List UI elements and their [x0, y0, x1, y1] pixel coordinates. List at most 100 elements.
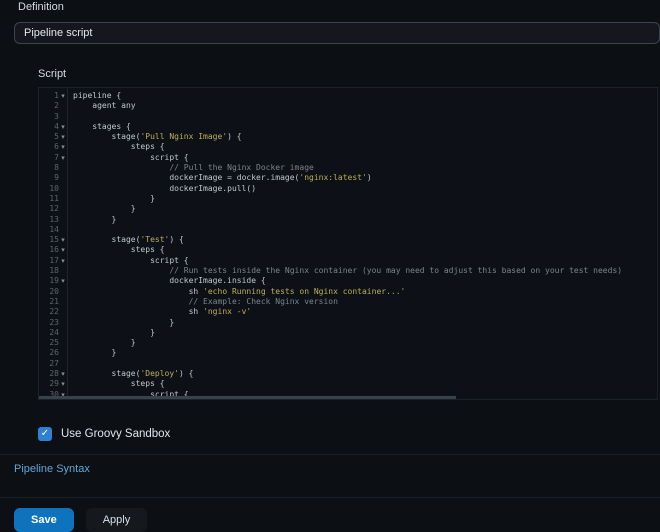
code-text: // Pull the Nginx Docker image	[73, 163, 314, 173]
code-text: stages {	[73, 121, 131, 131]
code-line[interactable]: 18 // Run tests inside the Nginx contain…	[39, 266, 657, 276]
code-line[interactable]: 16 ▾ steps {	[39, 245, 657, 255]
fold-icon[interactable]: ▾	[59, 91, 67, 101]
fold-icon[interactable]: ▾	[59, 369, 67, 379]
horizontal-scrollbar[interactable]	[39, 396, 456, 399]
pipeline-script-editor[interactable]: 1 ▾ pipeline {2 agent any 3 4 ▾ stages {5 ▾ s…	[38, 87, 658, 400]
code-line[interactable]: 24 }	[39, 328, 657, 338]
check-icon: ✓	[40, 428, 50, 439]
section-divider	[0, 454, 660, 455]
line-number: 17	[49, 255, 59, 265]
line-number: 1	[54, 91, 59, 100]
line-number: 8	[54, 163, 59, 173]
code-line[interactable]: 14	[39, 225, 657, 235]
code-text: }	[73, 214, 117, 224]
code-line[interactable]: 9 dockerImage = docker.image('nginx:late…	[39, 173, 657, 183]
sandbox-row: ✓ Use Groovy Sandbox	[38, 427, 658, 441]
line-number: 16	[49, 245, 59, 255]
code-text: sh 'nginx -v'	[73, 307, 252, 317]
pipeline-syntax-link[interactable]: Pipeline Syntax	[14, 463, 90, 475]
code-text: steps {	[73, 142, 165, 152]
code-line[interactable]: 21 // Example: Check Nginx version	[39, 297, 657, 307]
action-bar: Save Apply	[0, 497, 660, 532]
line-number: 13	[49, 214, 59, 224]
code-line[interactable]: 19 ▾ dockerImage.inside {	[39, 276, 657, 286]
code-line[interactable]: 25 }	[39, 338, 657, 348]
save-button[interactable]: Save	[14, 508, 74, 532]
fold-icon[interactable]: ▾	[59, 245, 67, 255]
code-line[interactable]: 11 }	[39, 194, 657, 204]
fold-icon[interactable]: ▾	[59, 122, 67, 132]
apply-button[interactable]: Apply	[85, 508, 148, 532]
fold-icon[interactable]: ▾	[59, 256, 67, 266]
code-line[interactable]: 4 ▾ stages {	[39, 122, 657, 132]
code-line[interactable]: 10 dockerImage.pull()	[39, 184, 657, 194]
code-line[interactable]: 22 sh 'nginx -v'	[39, 307, 657, 317]
fold-icon[interactable]: ▾	[59, 142, 67, 152]
pipeline-config-page: Definition Pipeline script Script 1 ▾ pipe…	[0, 0, 660, 532]
code-line[interactable]: 29 ▾ steps {	[39, 379, 657, 389]
code-line[interactable]: 8 // Pull the Nginx Docker image	[39, 163, 657, 173]
code-line[interactable]: 27	[39, 359, 657, 369]
groovy-sandbox-label[interactable]: Use Groovy Sandbox	[61, 428, 170, 440]
code-text: dockerImage = docker.image('nginx:latest…	[73, 173, 372, 183]
line-number: 21	[49, 296, 59, 306]
code-line[interactable]: 23 }	[39, 318, 657, 328]
code-line[interactable]: 7 ▾ script {	[39, 153, 657, 163]
definition-select-value: Pipeline script	[24, 27, 93, 39]
code-line[interactable]: 20 sh 'echo Running tests on Nginx conta…	[39, 287, 657, 297]
fold-icon[interactable]: ▾	[59, 153, 67, 163]
line-number: 24	[49, 327, 59, 337]
code-line[interactable]: 5 ▾ stage('Pull Nginx Image') {	[39, 132, 657, 142]
code-line[interactable]: 15 ▾ stage('Test') {	[39, 235, 657, 245]
line-number: 23	[49, 317, 59, 327]
code-line[interactable]: 12 }	[39, 204, 657, 214]
line-number: 18	[49, 266, 59, 276]
line-number: 15	[49, 235, 59, 245]
fold-icon[interactable]: ▾	[59, 276, 67, 286]
line-number: 10	[49, 183, 59, 193]
line-number: 27	[49, 358, 59, 368]
fold-icon[interactable]: ▾	[59, 379, 67, 389]
code-line[interactable]: 3	[39, 112, 657, 122]
code-text: stage('Test') {	[73, 235, 184, 245]
code-text: // Run tests inside the Nginx container …	[73, 266, 623, 276]
script-section: Script 1 ▾ pipeline {2 agent any 3 4 ▾ stage…	[38, 68, 658, 441]
line-number: 22	[49, 307, 59, 317]
code-text: agent any	[73, 101, 136, 111]
code-text: stage('Deploy') {	[73, 369, 194, 379]
fold-icon[interactable]: ▾	[59, 132, 67, 142]
code-line[interactable]: 2 agent any	[39, 101, 657, 111]
code-text: }	[73, 317, 175, 327]
code-line[interactable]: 13 }	[39, 215, 657, 225]
line-number: 19	[49, 276, 59, 286]
line-number: 12	[49, 204, 59, 214]
code-line[interactable]: 17 ▾ script {	[39, 256, 657, 266]
code-line[interactable]: 1 ▾ pipeline {	[39, 91, 657, 101]
code-text: dockerImage.pull()	[73, 183, 257, 193]
fold-icon[interactable]: ▾	[59, 235, 67, 245]
code-line[interactable]: 26 }	[39, 348, 657, 358]
code-line[interactable]: 28 ▾ stage('Deploy') {	[39, 369, 657, 379]
groovy-sandbox-checkbox[interactable]: ✓	[38, 427, 52, 441]
definition-select[interactable]: Pipeline script	[14, 22, 660, 44]
line-number: 5	[54, 132, 59, 142]
code-line[interactable]: 6 ▾ steps {	[39, 142, 657, 152]
